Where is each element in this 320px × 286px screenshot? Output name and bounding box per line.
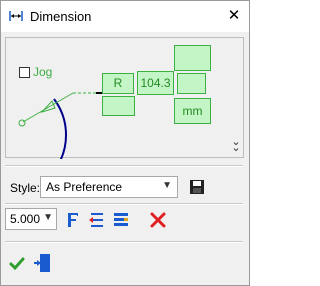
close-button[interactable]: ✕ <box>227 7 241 24</box>
delete-icon[interactable] <box>149 211 167 229</box>
prefix-text: R <box>113 76 123 90</box>
dimension-preview: Jog R 104.3 mm ⌄ ⌄ <box>5 37 244 159</box>
jog-label: Jog <box>33 65 53 79</box>
ok-checkmark-icon[interactable] <box>9 256 25 272</box>
style-label: Style: <box>10 181 41 195</box>
chevron-down-icon: ▼ <box>43 212 53 223</box>
text-direction-icon[interactable] <box>88 211 106 229</box>
dimension-icon <box>9 11 23 21</box>
units-field[interactable]: mm <box>174 98 211 124</box>
radius-arc <box>53 98 67 159</box>
units-text: mm <box>182 104 203 118</box>
window-title: Dimension <box>30 9 92 24</box>
divider <box>5 165 243 167</box>
close-icon: ✕ <box>227 7 241 24</box>
leader-arrow <box>40 100 56 114</box>
expand-chevron-icon[interactable]: ⌄ ⌄ <box>231 137 241 154</box>
jog-checkbox[interactable] <box>19 67 30 78</box>
value-field[interactable]: 104.3 <box>137 71 174 95</box>
divider <box>5 241 243 243</box>
text-size-dropdown[interactable]: 5.000 ▼ <box>5 208 57 230</box>
style-dropdown[interactable]: As Preference ▼ <box>40 176 178 198</box>
center-point <box>18 119 26 127</box>
text-size-value: 5.000 <box>10 212 41 226</box>
suffix-field[interactable] <box>177 73 206 94</box>
dimension-dialog: Dimension ✕ Jog R 104.3 mm ⌄ ⌄ Style: As… <box>0 0 250 286</box>
pin-icon[interactable] <box>33 253 51 273</box>
title-bar: Dimension ✕ <box>1 1 249 32</box>
chevron-down-icon: ▼ <box>162 180 172 191</box>
text-format-icon[interactable] <box>112 211 130 229</box>
style-selected-value: As Preference <box>46 180 123 194</box>
leader-line <box>22 92 74 123</box>
left-below-field[interactable] <box>102 96 135 116</box>
prefix-above-field[interactable] <box>174 45 211 71</box>
save-style-icon[interactable] <box>189 179 205 195</box>
prefix-field[interactable]: R <box>102 73 134 94</box>
value-text: 104.3 <box>140 76 171 90</box>
font-icon[interactable] <box>64 211 82 229</box>
divider <box>5 203 243 205</box>
